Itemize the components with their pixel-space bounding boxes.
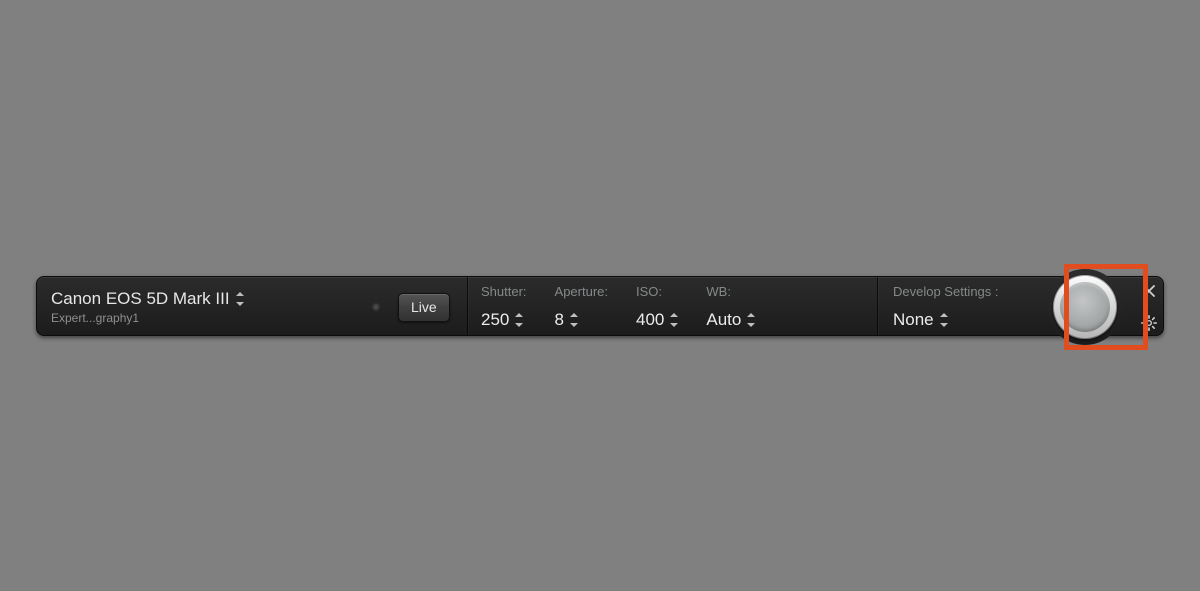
updown-icon [940, 313, 948, 327]
develop-settings-value: None [893, 310, 934, 330]
shutter-control[interactable]: Shutter: 250 [481, 284, 527, 330]
status-dot-icon [372, 303, 380, 311]
updown-icon [515, 313, 523, 327]
updown-icon [670, 313, 678, 327]
close-icon[interactable] [1141, 283, 1159, 301]
iso-value: 400 [636, 310, 664, 330]
divider [467, 277, 468, 335]
iso-control[interactable]: ISO: 400 [636, 284, 678, 330]
camera-name: Canon EOS 5D Mark III [51, 289, 230, 309]
wb-value: Auto [706, 310, 741, 330]
camera-selector[interactable]: Canon EOS 5D Mark III Expert...graphy1 [51, 283, 244, 331]
gear-icon[interactable] [1141, 315, 1159, 333]
updown-icon [570, 313, 578, 327]
wb-control[interactable]: WB: Auto [706, 284, 755, 330]
live-button[interactable]: Live [398, 293, 450, 322]
tether-capture-bar: Canon EOS 5D Mark III Expert...graphy1 L… [36, 276, 1164, 336]
aperture-value: 8 [555, 310, 564, 330]
aperture-label: Aperture: [555, 284, 608, 299]
session-name: Expert...graphy1 [51, 311, 244, 325]
updown-icon [236, 292, 244, 306]
shutter-value: 250 [481, 310, 509, 330]
status-group: Live [372, 277, 450, 337]
develop-settings-control[interactable]: Develop Settings : None [893, 284, 999, 330]
iso-label: ISO: [636, 284, 678, 299]
shutter-label: Shutter: [481, 284, 527, 299]
divider [877, 277, 878, 335]
aperture-control[interactable]: Aperture: 8 [555, 284, 608, 330]
develop-settings-label: Develop Settings : [893, 284, 999, 299]
shutter-release-button[interactable] [1047, 269, 1123, 345]
wb-label: WB: [706, 284, 755, 299]
exposure-settings: Shutter: 250 Aperture: 8 ISO: 400 WB: Au… [481, 284, 755, 330]
updown-icon [747, 313, 755, 327]
